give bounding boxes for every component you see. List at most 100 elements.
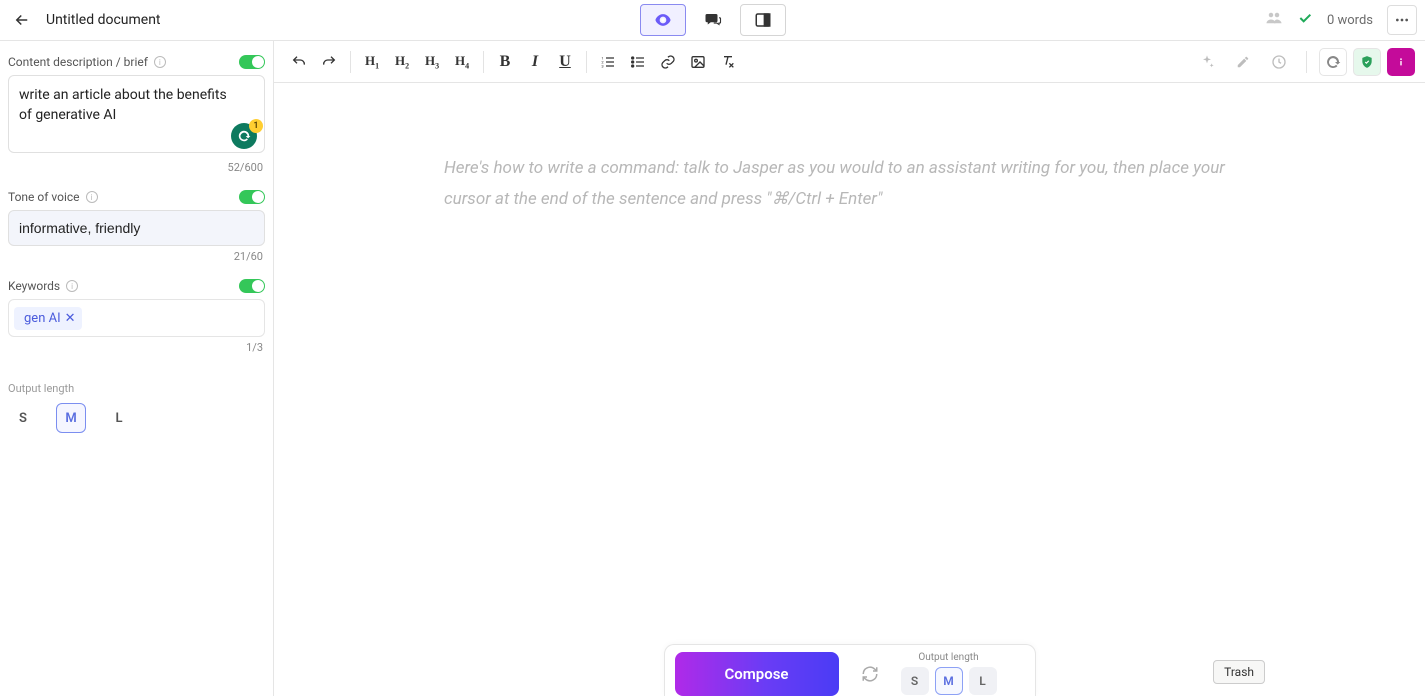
ordered-list-icon: 123 <box>600 54 616 70</box>
content-description-field: Content description / brief i 1 52/600 <box>8 55 265 174</box>
redo-button[interactable] <box>314 47 344 77</box>
tone-field: Tone of voice i 21/60 <box>8 190 265 263</box>
panel-right-icon <box>754 11 772 29</box>
help-icon[interactable]: i <box>66 280 78 292</box>
editor-toolbar: H1 H2 H3 H4 B I U 123 <box>274 41 1425 83</box>
size-m-button[interactable]: M <box>56 403 86 433</box>
grammarly-toolbar-button[interactable] <box>1319 48 1347 76</box>
saved-indicator <box>1297 10 1313 30</box>
bullet-list-button[interactable] <box>623 47 653 77</box>
tone-input[interactable] <box>8 210 265 246</box>
edit-button[interactable] <box>1228 47 1258 77</box>
field-label: Tone of voice <box>8 190 80 204</box>
share-button[interactable] <box>1265 9 1283 31</box>
back-button[interactable] <box>8 6 36 34</box>
h4-button[interactable]: H4 <box>447 47 477 77</box>
topbar-right: 0 words <box>1265 5 1417 35</box>
bar-output-length-label: Output length <box>918 652 978 663</box>
pencil-icon <box>1236 55 1250 69</box>
bar-size-l[interactable]: L <box>969 667 997 695</box>
toolbar-right <box>1192 47 1415 77</box>
h3-button[interactable]: H3 <box>417 47 447 77</box>
underline-button[interactable]: U <box>550 47 580 77</box>
main-layout: Content description / brief i 1 52/600 T… <box>0 41 1425 696</box>
keyword-text: gen AI <box>24 311 61 326</box>
content-description-input[interactable] <box>8 75 265 153</box>
image-button[interactable] <box>683 47 713 77</box>
tone-counter: 21/60 <box>8 250 265 263</box>
bold-icon: B <box>500 53 511 71</box>
plagiarism-button[interactable] <box>1353 48 1381 76</box>
ordered-list-button[interactable]: 123 <box>593 47 623 77</box>
chat-mode-button[interactable] <box>690 4 736 36</box>
keywords-field: Keywords i gen AI ✕ 1/3 <box>8 279 265 354</box>
h1-button[interactable]: H1 <box>357 47 387 77</box>
redo-icon <box>321 54 337 70</box>
focus-mode-button[interactable] <box>640 4 686 36</box>
compose-output-length: Output length S M L <box>901 652 997 695</box>
editor-body[interactable]: Here's how to write a command: talk to J… <box>274 83 1425 696</box>
image-icon <box>690 54 706 70</box>
underline-icon: U <box>559 53 571 71</box>
field-label: Keywords <box>8 279 60 293</box>
sidebar: Content description / brief i 1 52/600 T… <box>0 41 274 696</box>
separator <box>1306 51 1307 73</box>
trash-tooltip: Trash <box>1213 660 1265 684</box>
h1-icon: H1 <box>365 53 379 71</box>
history-group <box>284 47 344 77</box>
clear-format-button[interactable] <box>713 47 743 77</box>
textarea-wrap: 1 <box>8 75 265 157</box>
grammarly-g-icon <box>237 129 251 143</box>
svg-text:3: 3 <box>601 63 603 68</box>
separator <box>483 51 484 73</box>
keywords-input[interactable]: gen AI ✕ <box>8 299 265 337</box>
bar-size-s[interactable]: S <box>901 667 929 695</box>
word-count: 0 words <box>1327 13 1373 28</box>
bar-size-m[interactable]: M <box>935 667 963 695</box>
separator <box>586 51 587 73</box>
refresh-icon <box>861 665 879 683</box>
italic-icon: I <box>532 53 538 71</box>
ai-sparkle-button[interactable] <box>1192 47 1222 77</box>
bold-button[interactable]: B <box>490 47 520 77</box>
topbar-left: Untitled document <box>8 6 161 34</box>
h2-button[interactable]: H2 <box>387 47 417 77</box>
output-length-label: Output length <box>8 382 265 395</box>
field-header: Content description / brief i <box>8 55 265 69</box>
help-icon[interactable]: i <box>86 191 98 203</box>
bar-size-selector: S M L <box>901 667 997 695</box>
info-button[interactable] <box>1387 48 1415 76</box>
check-icon <box>1297 10 1313 26</box>
remove-keyword-icon[interactable]: ✕ <box>65 311 76 326</box>
clock-icon <box>1271 54 1287 70</box>
insert-group <box>653 47 743 77</box>
link-button[interactable] <box>653 47 683 77</box>
separator <box>350 51 351 73</box>
document-title[interactable]: Untitled document <box>46 12 161 28</box>
info-icon <box>1394 55 1408 69</box>
tone-toggle[interactable] <box>239 190 265 204</box>
chat-icon <box>704 11 722 29</box>
editor-column: H1 H2 H3 H4 B I U 123 <box>274 41 1425 696</box>
keywords-counter: 1/3 <box>8 341 265 354</box>
more-menu-button[interactable] <box>1387 5 1417 35</box>
field-label: Content description / brief <box>8 55 148 69</box>
top-bar: Untitled document 0 words <box>0 0 1425 41</box>
desc-toggle[interactable] <box>239 55 265 69</box>
regenerate-button[interactable] <box>853 657 887 691</box>
italic-button[interactable]: I <box>520 47 550 77</box>
field-header: Tone of voice i <box>8 190 265 204</box>
clock-button[interactable] <box>1264 47 1294 77</box>
keywords-toggle[interactable] <box>239 279 265 293</box>
arrow-left-icon <box>13 11 31 29</box>
split-mode-button[interactable] <box>740 4 786 36</box>
grammarly-badge: 1 <box>249 119 263 133</box>
undo-button[interactable] <box>284 47 314 77</box>
help-icon[interactable]: i <box>154 56 166 68</box>
grammarly-icon[interactable]: 1 <box>231 123 257 149</box>
bullet-list-icon <box>630 54 646 70</box>
size-l-button[interactable]: L <box>104 403 134 433</box>
clear-format-icon <box>720 54 736 70</box>
size-s-button[interactable]: S <box>8 403 38 433</box>
compose-button[interactable]: Compose <box>675 652 839 696</box>
